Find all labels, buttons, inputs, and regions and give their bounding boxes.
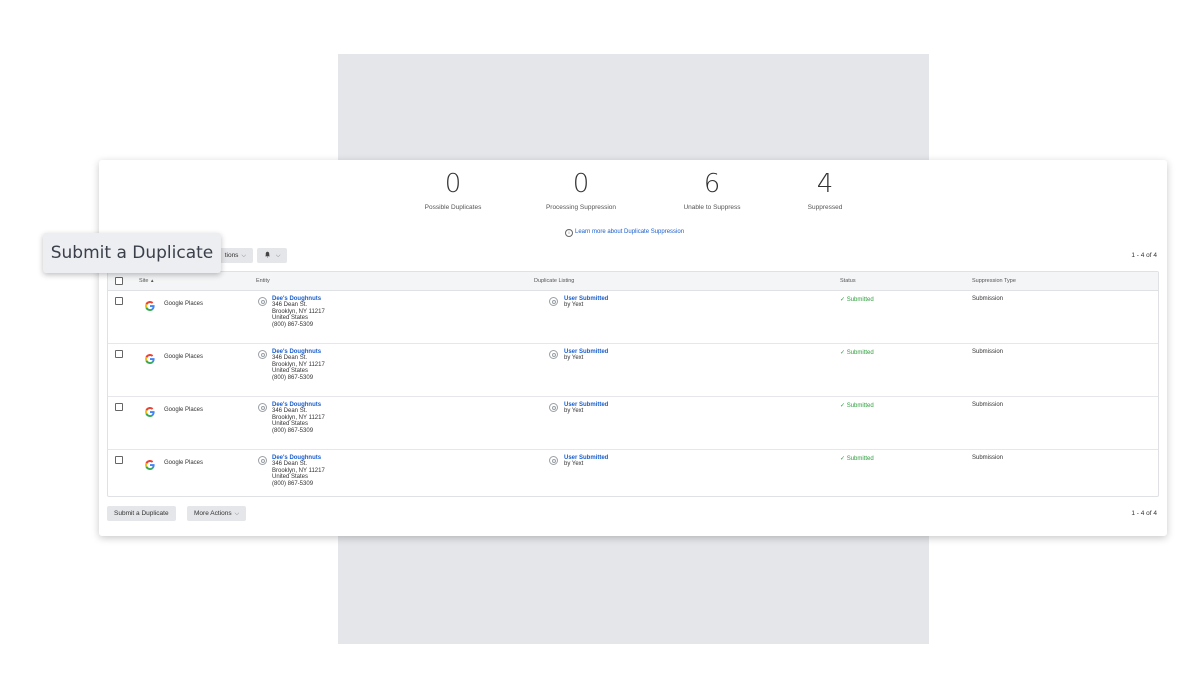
duplicate-suppression-card: 0 Possible Duplicates 0 Processing Suppr…	[99, 160, 1167, 536]
duplicate-listing-cell: User Submitted by Yext	[564, 455, 608, 468]
duplicate-listing-source: by Yext	[564, 355, 584, 362]
location-pin-icon	[549, 403, 558, 412]
stat-label: Possible Duplicates	[424, 204, 482, 211]
duplicate-listing-source: by Yext	[564, 461, 584, 468]
stat-possible-duplicates[interactable]: 0 Possible Duplicates	[393, 170, 513, 211]
row-checkbox[interactable]	[115, 297, 123, 305]
site-name: Google Places	[164, 460, 204, 466]
column-status[interactable]: Status	[840, 278, 856, 284]
more-actions-label: tions	[224, 252, 239, 259]
sort-ascending-icon: ▲	[150, 278, 155, 283]
google-icon	[145, 301, 155, 311]
stat-suppressed[interactable]: 4 Suppressed	[765, 170, 885, 211]
info-icon: i	[565, 229, 573, 237]
duplicate-listing-cell: User Submitted by Yext	[564, 402, 608, 415]
submit-duplicate-button[interactable]: Submit a Duplicate	[107, 506, 176, 521]
location-pin-icon	[549, 350, 558, 359]
submit-duplicate-callout[interactable]: Submit a Duplicate	[43, 233, 221, 273]
location-pin-icon	[258, 297, 267, 306]
column-entity[interactable]: Entity	[256, 278, 270, 284]
row-checkbox[interactable]	[115, 350, 123, 358]
suppression-type: Submission	[972, 296, 1004, 302]
location-pin-icon	[258, 350, 267, 359]
suppression-type: Submission	[972, 455, 1004, 461]
table-header: Site ▲ Entity Duplicate Listing Status S…	[108, 272, 1158, 291]
stat-processing-suppression[interactable]: 0 Processing Suppression	[521, 170, 641, 211]
pagination-bottom: 1 - 4 of 4	[1131, 510, 1157, 517]
duplicate-listing-source: by Yext	[564, 302, 584, 309]
chevron-down-icon: ⌵	[275, 253, 281, 259]
suppression-type: Submission	[972, 402, 1004, 408]
google-icon	[145, 354, 155, 364]
site-name: Google Places	[164, 301, 204, 307]
status-badge: ✓ Submitted	[840, 403, 874, 409]
row-checkbox[interactable]	[115, 456, 123, 464]
status-badge: ✓ Submitted	[840, 350, 874, 356]
duplicate-listing-cell: User Submitted by Yext	[564, 296, 608, 309]
suppression-type: Submission	[972, 349, 1004, 355]
duplicates-table: Site ▲ Entity Duplicate Listing Status S…	[107, 271, 1159, 497]
pagination-top: 1 - 4 of 4	[1131, 252, 1157, 259]
more-actions-label: More Actions	[194, 510, 232, 517]
stat-value: 6	[703, 169, 721, 199]
stat-unable-to-suppress[interactable]: 6 Unable to Suppress	[652, 170, 772, 211]
chevron-down-icon: ⌵	[241, 253, 246, 259]
table-row[interactable]: Google Places Dee's Doughnuts 346 Dean S…	[108, 397, 1158, 450]
status-badge: ✓ Submitted	[840, 456, 874, 462]
column-site[interactable]: Site ▲	[139, 278, 154, 284]
entity-phone: (800) 867-5309	[272, 427, 314, 434]
table-row[interactable]: Google Places Dee's Doughnuts 346 Dean S…	[108, 344, 1158, 397]
entity-phone: (800) 867-5309	[272, 321, 314, 328]
stat-label: Suppressed	[807, 204, 843, 211]
column-suppression-type[interactable]: Suppression Type	[972, 278, 1016, 284]
bell-icon	[264, 251, 273, 259]
entity-cell: Dee's Doughnuts 346 Dean St. Brooklyn, N…	[272, 402, 325, 434]
notifications-dropdown[interactable]: ⌵	[257, 248, 287, 263]
table-row[interactable]: Google Places Dee's Doughnuts 346 Dean S…	[108, 291, 1158, 344]
location-pin-icon	[258, 403, 267, 412]
column-site-label: Site	[139, 278, 149, 284]
stat-value: 4	[816, 169, 834, 199]
entity-phone: (800) 867-5309	[272, 480, 314, 487]
column-duplicate-listing[interactable]: Duplicate Listing	[534, 278, 574, 284]
entity-phone: (800) 867-5309	[272, 374, 314, 381]
site-name: Google Places	[164, 354, 204, 360]
entity-cell: Dee's Doughnuts 346 Dean St. Brooklyn, N…	[272, 455, 325, 487]
location-pin-icon	[549, 297, 558, 306]
google-icon	[145, 460, 155, 470]
entity-cell: Dee's Doughnuts 346 Dean St. Brooklyn, N…	[272, 296, 325, 328]
learn-more-link[interactable]: i Learn more about Duplicate Suppression	[565, 229, 684, 237]
select-all-checkbox[interactable]	[115, 277, 123, 285]
stat-label: Processing Suppression	[545, 204, 617, 211]
row-checkbox[interactable]	[115, 403, 123, 411]
learn-more-label: Learn more about Duplicate Suppression	[575, 229, 685, 235]
entity-cell: Dee's Doughnuts 346 Dean St. Brooklyn, N…	[272, 349, 325, 381]
stat-label: Unable to Suppress	[683, 204, 741, 211]
table-row[interactable]: Google Places Dee's Doughnuts 346 Dean S…	[108, 450, 1158, 502]
status-badge: ✓ Submitted	[840, 297, 874, 303]
stat-value: 0	[444, 169, 462, 199]
location-pin-icon	[549, 456, 558, 465]
google-icon	[145, 407, 155, 417]
more-actions-button[interactable]: More Actions ⌵	[187, 506, 247, 521]
chevron-down-icon: ⌵	[234, 511, 240, 517]
site-name: Google Places	[164, 407, 204, 413]
location-pin-icon	[258, 456, 267, 465]
stat-value: 0	[572, 169, 590, 199]
duplicate-listing-cell: User Submitted by Yext	[564, 349, 608, 362]
duplicate-listing-source: by Yext	[564, 408, 584, 415]
